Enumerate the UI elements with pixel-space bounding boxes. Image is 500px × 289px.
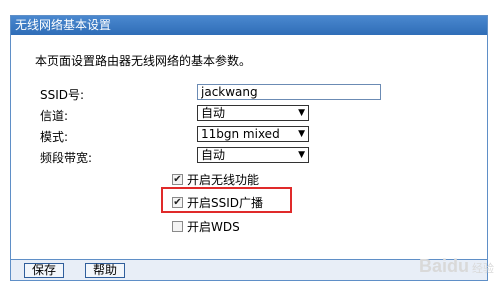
bandwidth-value: 自动: [201, 148, 226, 162]
baidu-watermark-logo: Baidu 经验: [419, 256, 494, 277]
panel-title: 无线网络基本设置: [11, 16, 487, 35]
footer-bar: 保存 帮助: [11, 259, 487, 280]
channel-value: 自动: [201, 106, 226, 120]
bandwidth-row: 频段带宽: 自动 ▼: [40, 147, 309, 165]
bandwidth-select[interactable]: 自动 ▼: [197, 147, 309, 163]
ssid-input[interactable]: [197, 84, 381, 100]
save-button[interactable]: 保存: [24, 263, 64, 278]
enable-wds-checkbox[interactable]: [172, 220, 183, 232]
ssid-label: SSID号:: [40, 88, 85, 102]
enable-wireless-option[interactable]: 开启无线功能: [172, 171, 259, 187]
enable-wireless-checkbox[interactable]: [172, 173, 183, 185]
dropdown-arrow-icon: ▼: [298, 108, 305, 118]
enable-wireless-label: 开启无线功能: [187, 172, 260, 187]
help-button[interactable]: 帮助: [85, 263, 125, 278]
watermark-sub: 经验: [472, 263, 494, 275]
watermark-text: Baidu: [418, 256, 469, 276]
intro-text: 本页面设置路由器无线网络的基本参数。: [35, 54, 252, 68]
mode-row: 模式: 11bgn mixed ▼: [40, 126, 309, 144]
enable-wds-option[interactable]: 开启WDS: [172, 218, 240, 234]
bandwidth-label: 频段带宽:: [40, 151, 93, 165]
channel-row: 信道: 自动 ▼: [40, 105, 309, 123]
channel-label: 信道:: [40, 109, 69, 123]
mode-value: 11bgn mixed: [201, 127, 280, 141]
ssid-broadcast-highlight-box: [161, 187, 292, 213]
dropdown-arrow-icon: ▼: [298, 129, 305, 139]
channel-select[interactable]: 自动 ▼: [197, 105, 309, 121]
enable-wds-label: 开启WDS: [187, 219, 240, 234]
mode-select[interactable]: 11bgn mixed ▼: [197, 126, 309, 142]
dropdown-arrow-icon: ▼: [298, 150, 305, 160]
wireless-settings-panel: 无线网络基本设置 本页面设置路由器无线网络的基本参数。 SSID号: 信道: 自…: [10, 15, 488, 281]
mode-label: 模式:: [40, 130, 69, 144]
